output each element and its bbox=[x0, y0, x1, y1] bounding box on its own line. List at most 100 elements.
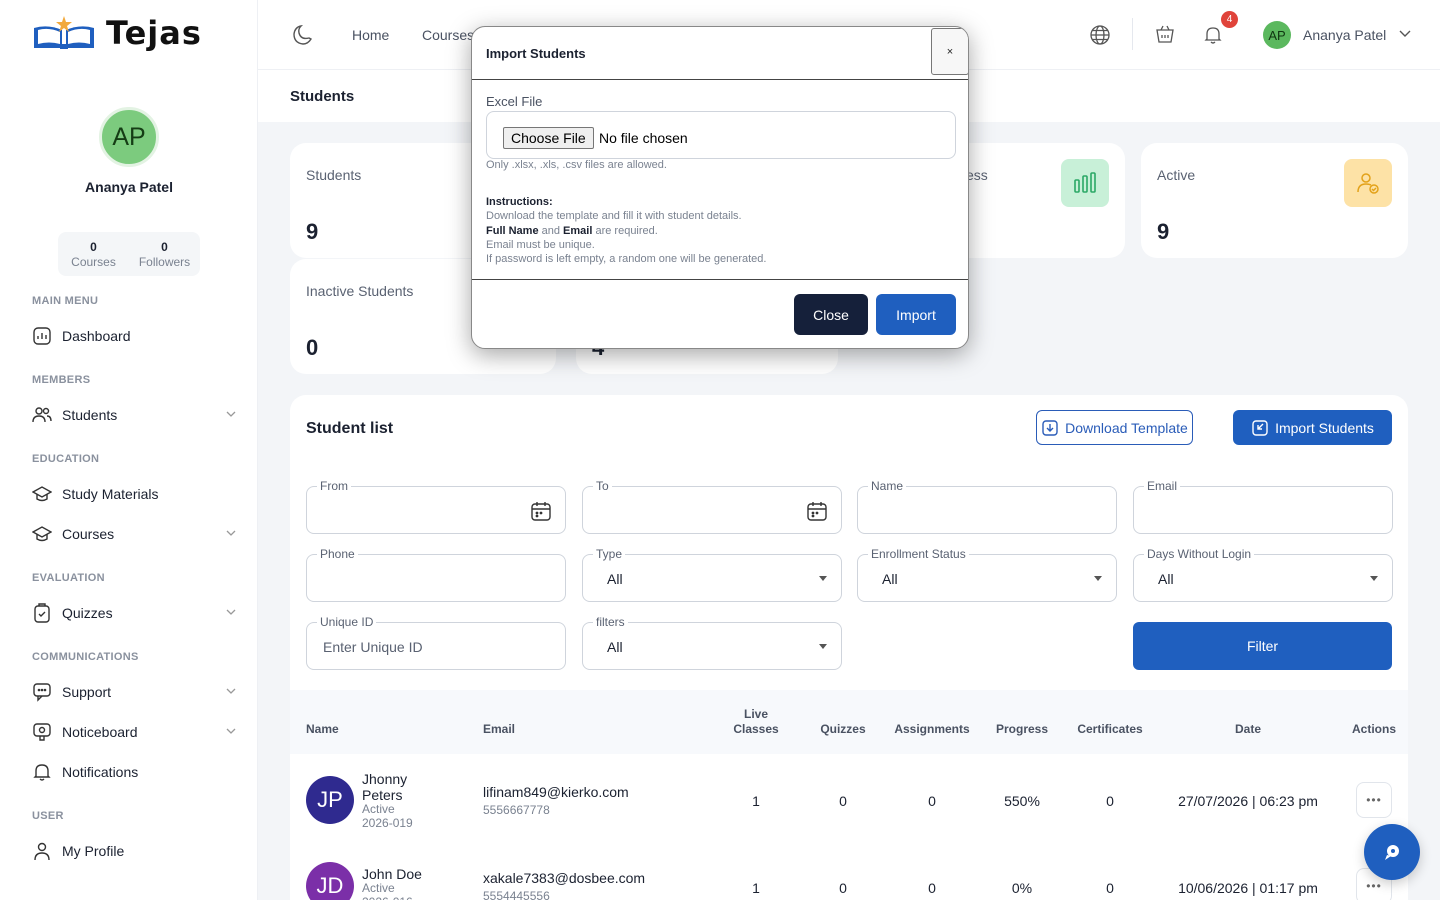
sidebar-item-label: Students bbox=[62, 407, 118, 423]
quizzes-value: 0 bbox=[839, 880, 847, 896]
stat-label: Students bbox=[306, 167, 362, 183]
user-name[interactable]: Ananya Patel bbox=[1303, 27, 1386, 43]
student-name[interactable]: John Doe bbox=[362, 866, 462, 882]
dashboard-icon bbox=[33, 327, 51, 345]
sidebar-item-label: Dashboard bbox=[62, 328, 131, 344]
phone-field[interactable]: Phone bbox=[306, 547, 566, 602]
enrollment-label: Enrollment Status bbox=[868, 547, 969, 561]
courses-count: 0 bbox=[90, 240, 97, 254]
stat-label: ess bbox=[966, 167, 988, 183]
filters-label: filters bbox=[593, 615, 628, 629]
import-students-button[interactable]: Import Students bbox=[1233, 410, 1392, 445]
row-actions-button[interactable]: ••• bbox=[1356, 782, 1392, 818]
student-code: 2026-016 bbox=[362, 895, 413, 900]
col-name[interactable]: Name bbox=[306, 722, 339, 737]
filters-select[interactable]: filters All bbox=[582, 615, 842, 670]
student-name[interactable]: Jhonny Peters bbox=[362, 771, 442, 803]
chat-support-button[interactable] bbox=[1364, 824, 1420, 880]
chevron-down-icon bbox=[226, 530, 236, 536]
type-select[interactable]: Type All bbox=[582, 547, 842, 602]
modal-import-button[interactable]: Import bbox=[876, 294, 956, 335]
sidebar-item-my-profile[interactable]: My Profile bbox=[32, 839, 242, 863]
filter-button[interactable]: Filter bbox=[1133, 622, 1392, 670]
sidebar-item-label: Quizzes bbox=[62, 605, 113, 621]
type-value: All bbox=[607, 571, 623, 587]
globe-icon[interactable] bbox=[1087, 22, 1113, 48]
col-live-classes[interactable]: Live Classes bbox=[728, 707, 784, 737]
col-actions[interactable]: Actions bbox=[1344, 722, 1396, 737]
no-file-text: No file chosen bbox=[599, 130, 688, 146]
chevron-down-icon bbox=[226, 688, 236, 694]
days-label: Days Without Login bbox=[1144, 547, 1255, 561]
avatar[interactable]: JD bbox=[306, 862, 354, 900]
bell-icon[interactable] bbox=[1200, 22, 1226, 48]
chevron-down-icon bbox=[226, 728, 236, 734]
from-date-field[interactable]: From bbox=[306, 479, 566, 534]
book-logo-icon bbox=[32, 14, 96, 52]
col-certificates[interactable]: Certificates bbox=[1072, 722, 1148, 737]
stat-value: 9 bbox=[306, 219, 319, 244]
days-without-login-select[interactable]: Days Without Login All bbox=[1133, 547, 1393, 602]
instruction-line-3: Email must be unique. bbox=[486, 238, 595, 251]
nav-courses-link[interactable]: Courses bbox=[422, 27, 474, 43]
cart-icon[interactable] bbox=[1152, 22, 1178, 48]
import-students-label: Import Students bbox=[1275, 419, 1374, 436]
choose-file-button[interactable]: Choose File bbox=[503, 127, 594, 149]
moon-icon[interactable] bbox=[292, 24, 314, 46]
name-field[interactable]: Name bbox=[857, 479, 1117, 534]
app-name: Tejas bbox=[106, 14, 202, 52]
app-logo[interactable]: Tejas bbox=[32, 14, 202, 52]
notification-badge: 4 bbox=[1221, 11, 1238, 28]
sidebar-item-noticeboard[interactable]: Noticeboard bbox=[32, 720, 242, 744]
enrollment-value: All bbox=[882, 571, 898, 587]
users-icon bbox=[32, 407, 52, 423]
modal-close-button[interactable]: Close bbox=[794, 294, 868, 335]
sidebar-item-label: My Profile bbox=[62, 843, 125, 859]
sidebar-item-dashboard[interactable]: Dashboard bbox=[32, 324, 242, 348]
email-label: Email bbox=[1144, 479, 1181, 493]
list-title: Student list bbox=[306, 420, 394, 437]
user-check-icon bbox=[1344, 159, 1392, 207]
col-progress[interactable]: Progress bbox=[992, 722, 1052, 737]
calendar-icon[interactable] bbox=[806, 500, 828, 522]
download-template-label: Download Template bbox=[1065, 419, 1188, 436]
sidebar-item-study-materials[interactable]: Study Materials bbox=[32, 482, 242, 506]
calendar-icon[interactable] bbox=[530, 500, 552, 522]
unique-id-field[interactable]: Unique ID Enter Unique ID bbox=[306, 615, 566, 670]
sidebar-item-courses[interactable]: Courses bbox=[32, 522, 242, 546]
to-date-field[interactable]: To bbox=[582, 479, 842, 534]
caret-down-icon bbox=[1094, 576, 1102, 581]
user-avatar[interactable]: AP bbox=[1263, 21, 1291, 49]
email-bold: Email bbox=[563, 224, 593, 237]
profile-name: Ananya Patel bbox=[85, 179, 173, 195]
chevron-down-icon[interactable] bbox=[1399, 30, 1411, 38]
from-label: From bbox=[317, 479, 351, 493]
download-template-button[interactable]: Download Template bbox=[1036, 410, 1193, 445]
student-phone: 5554445556 bbox=[483, 889, 550, 900]
col-assignments[interactable]: Assignments bbox=[890, 722, 974, 737]
sidebar-item-quizzes[interactable]: Quizzes bbox=[32, 601, 242, 625]
avatar[interactable]: JP bbox=[306, 776, 354, 824]
profile-avatar[interactable]: AP bbox=[99, 107, 159, 167]
enrollment-status-select[interactable]: Enrollment Status All bbox=[857, 547, 1117, 602]
col-quizzes[interactable]: Quizzes bbox=[812, 722, 874, 737]
followers-label: Followers bbox=[138, 255, 191, 269]
live-classes-value: 1 bbox=[752, 793, 760, 809]
sidebar-item-support[interactable]: Support bbox=[32, 680, 242, 704]
caret-down-icon bbox=[1370, 576, 1378, 581]
sidebar-item-students[interactable]: Students bbox=[32, 403, 242, 427]
modal-close-x-button[interactable]: × bbox=[931, 28, 968, 75]
excel-file-input[interactable]: Choose File No file chosen bbox=[486, 111, 956, 159]
col-email[interactable]: Email bbox=[483, 722, 515, 737]
file-type-hint: Only .xlsx, .xls, .csv files are allowed… bbox=[486, 159, 667, 171]
bar-chart-icon bbox=[1061, 159, 1109, 207]
email-field[interactable]: Email bbox=[1133, 479, 1393, 534]
active-stat-card: Active 9 bbox=[1141, 143, 1408, 258]
certificates-value: 0 bbox=[1106, 793, 1114, 809]
chevron-down-icon bbox=[226, 609, 236, 615]
nav-home-link[interactable]: Home bbox=[352, 27, 389, 43]
sidebar-item-notifications[interactable]: Notifications bbox=[32, 760, 242, 784]
followers-stat: 0 Followers bbox=[129, 232, 200, 276]
col-date[interactable]: Date bbox=[1218, 722, 1278, 737]
name-label: Name bbox=[868, 479, 907, 493]
